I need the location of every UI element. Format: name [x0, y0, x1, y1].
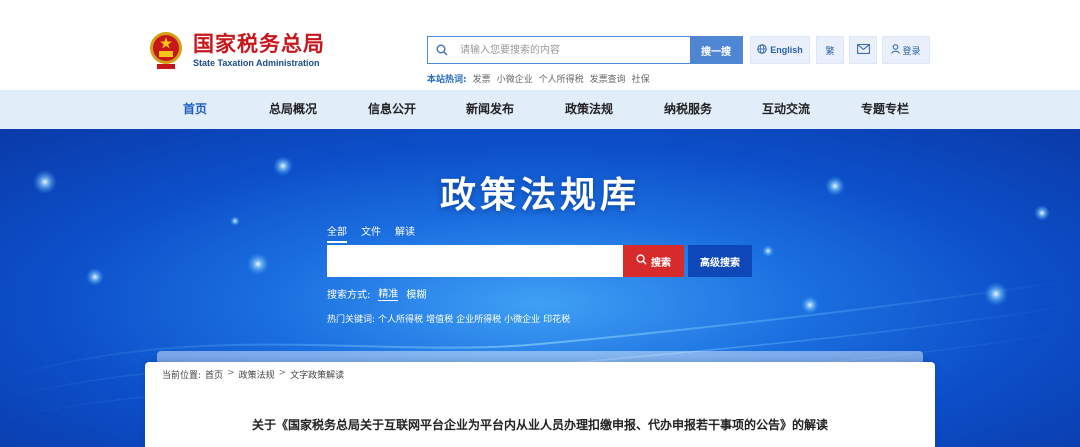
hot-keyword-link[interactable]: 增值税 [426, 312, 453, 325]
traditional-label: 繁 [825, 46, 835, 57]
search-mode-exact[interactable]: 精准 [378, 285, 399, 301]
login-button[interactable]: 登录 [882, 36, 930, 64]
hot-words-row: 本站热词: 发票 小微企业 个人所得税 发票查询 社保 [427, 72, 650, 85]
traditional-chinese-button[interactable]: 繁 [816, 36, 844, 64]
logo-english-name: State Taxation Administration [193, 58, 320, 68]
site-search-box: 搜一搜 [427, 36, 743, 64]
login-label: 登录 [902, 46, 921, 57]
policy-search-button[interactable]: 搜索 [623, 245, 684, 277]
nav-item-news[interactable]: 新闻发布 [450, 90, 530, 129]
hot-keyword-link[interactable]: 小微企业 [504, 312, 540, 325]
breadcrumb-current[interactable]: 文字政策解读 [290, 368, 344, 381]
article-title: 关于《国家税务总局关于互联网平台企业为平台内从业人员办理扣缴申报、代办申报若干事… [251, 418, 828, 432]
search-icon [636, 254, 647, 268]
tab-documents[interactable]: 文件 [361, 223, 381, 243]
breadcrumb-separator: > [227, 368, 235, 378]
advanced-search-button[interactable]: 高级搜索 [688, 245, 752, 277]
user-icon [891, 43, 901, 57]
hot-word-link[interactable]: 发票查询 [590, 72, 626, 85]
hot-keyword-link[interactable]: 企业所得税 [456, 312, 501, 325]
search-icon [428, 37, 456, 63]
hot-words-label: 本站热词: [427, 75, 467, 85]
english-version-button[interactable]: English [750, 36, 810, 64]
nav-item-overview[interactable]: 总局概况 [253, 90, 333, 129]
nav-item-info-disclosure[interactable]: 信息公开 [352, 90, 432, 129]
tab-interpretation[interactable]: 解读 [395, 223, 415, 243]
hot-keyword-link[interactable]: 个人所得税 [378, 312, 423, 325]
site-search-button[interactable]: 搜一搜 [690, 37, 742, 63]
logo-chinese-name: 国家税务总局 [193, 31, 325, 56]
nav-item-home[interactable]: 首页 [155, 90, 235, 129]
policy-search-label: 搜索 [651, 257, 671, 269]
hot-word-link[interactable]: 社保 [632, 72, 650, 85]
search-scope-tabs: 全部 文件 解读 [327, 223, 415, 243]
search-mode-row: 搜索方式: 精准 模糊 [327, 285, 426, 301]
main-nav: 首页 总局概况 信息公开 新闻发布 政策法规 纳税服务 互动交流 专题专栏 [0, 90, 1080, 129]
hot-keywords-label: 热门关键词: [327, 315, 376, 325]
nav-item-special-topics[interactable]: 专题专栏 [845, 90, 925, 129]
site-header: 国家税务总局 State Taxation Administration 搜一搜… [0, 0, 1080, 90]
mail-icon [856, 43, 870, 57]
hot-keywords-row: 热门关键词: 个人所得税 增值税 企业所得税 小微企业 印花税 [327, 312, 570, 325]
nav-item-tax-service[interactable]: 纳税服务 [648, 90, 728, 129]
globe-icon [757, 44, 767, 56]
article-card: 当前位置: 首页 > 政策法规 > 文字政策解读 关于《国家税务总局关于互联网平… [145, 362, 935, 447]
tab-all[interactable]: 全部 [327, 223, 347, 243]
search-mode-fuzzy[interactable]: 模糊 [406, 286, 426, 301]
breadcrumb: 当前位置: 首页 > 政策法规 > 文字政策解读 [162, 368, 344, 381]
site-search-input[interactable] [456, 37, 690, 63]
policy-search-banner: 政策法规库 全部 文件 解读 搜索 高级搜索 搜索方式: 精准 模糊 热门关键词… [0, 129, 1080, 447]
breadcrumb-separator: > [278, 368, 287, 378]
search-mode-label: 搜索方式: [327, 289, 371, 301]
hot-keyword-link[interactable]: 印花税 [543, 312, 570, 325]
hot-word-link[interactable]: 小微企业 [497, 72, 533, 85]
english-label: English [770, 45, 803, 55]
policy-library-title: 政策法规库 [439, 174, 640, 216]
nav-item-policy[interactable]: 政策法规 [549, 90, 629, 129]
hot-word-link[interactable]: 发票 [473, 72, 491, 85]
breadcrumb-home[interactable]: 首页 [205, 368, 223, 381]
breadcrumb-label: 当前位置: [162, 371, 202, 381]
breadcrumb-policy[interactable]: 政策法规 [239, 368, 275, 381]
hot-word-link[interactable]: 个人所得税 [539, 72, 584, 85]
national-emblem-icon [147, 30, 185, 72]
policy-search-input[interactable] [327, 245, 623, 277]
mail-button[interactable] [849, 36, 877, 64]
nav-item-interaction[interactable]: 互动交流 [746, 90, 826, 129]
site-logo[interactable]: 国家税务总局 State Taxation Administration [147, 28, 337, 74]
